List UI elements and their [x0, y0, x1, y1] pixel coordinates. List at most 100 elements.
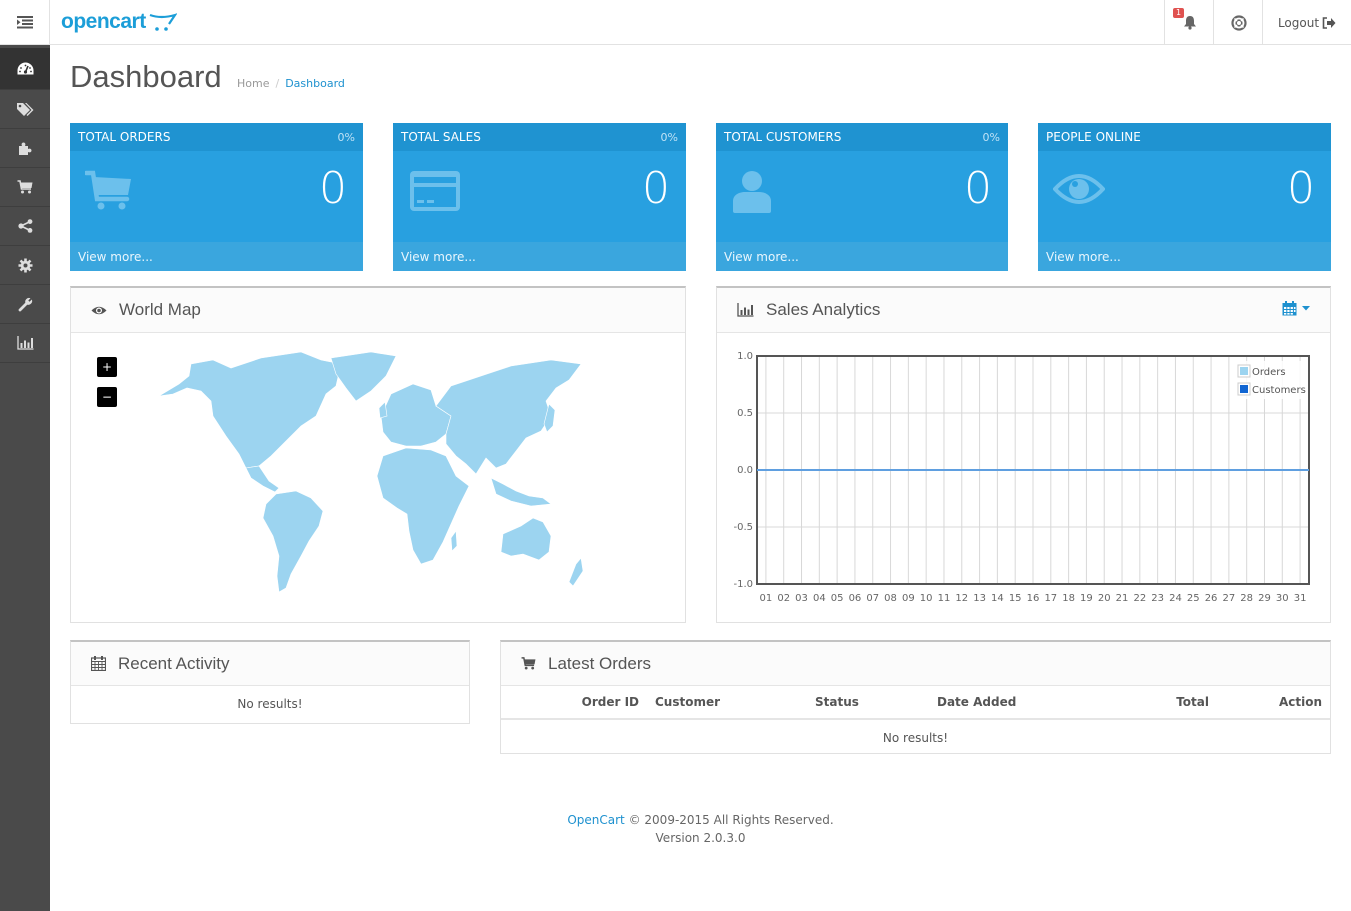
- x-tick-label: 28: [1240, 593, 1253, 604]
- footer-opencart-link[interactable]: OpenCart: [567, 813, 624, 827]
- sidebar-item-system[interactable]: [0, 246, 50, 285]
- sidebar-item-dashboard[interactable]: [0, 48, 50, 90]
- sidebar-item-reports[interactable]: [0, 324, 50, 363]
- logo-cart-icon: [149, 13, 177, 31]
- calendar-icon: [91, 656, 106, 671]
- tile-people-online: PEOPLE ONLINE 0 View more...: [1038, 123, 1331, 271]
- eye-icon: [91, 306, 107, 314]
- column-action[interactable]: Action: [1217, 686, 1330, 720]
- view-more-link[interactable]: View more...: [1038, 242, 1331, 271]
- tile-total-orders: TOTAL ORDERS 0% 0 View more...: [70, 123, 363, 271]
- map-region-madagascar: [450, 530, 458, 552]
- menu-toggle-button[interactable]: [0, 0, 50, 45]
- bar-chart-icon: [16, 336, 33, 350]
- x-tick-label: 17: [1044, 593, 1057, 604]
- share-icon: [17, 219, 32, 233]
- x-tick-label: 29: [1258, 593, 1271, 604]
- dashboard-icon: [17, 62, 33, 75]
- column-order-id[interactable]: Order ID: [501, 686, 647, 720]
- logo-text: opencart: [61, 10, 146, 33]
- recent-activity-panel: Recent Activity No results!: [70, 640, 470, 724]
- sidebar-item-sales[interactable]: [0, 168, 50, 207]
- y-tick-label: 1.0: [737, 351, 753, 362]
- caret-down-icon: [1302, 306, 1310, 311]
- footer: OpenCart © 2009-2015 All Rights Reserved…: [50, 811, 1351, 847]
- notifications-button[interactable]: 1: [1164, 0, 1214, 45]
- column-status[interactable]: Status: [807, 686, 917, 720]
- cart-icon: [17, 180, 33, 194]
- breadcrumb-dashboard[interactable]: Dashboard: [285, 77, 345, 90]
- eye-icon: [1053, 174, 1105, 204]
- breadcrumb-separator: /: [275, 77, 280, 90]
- world-map[interactable]: [151, 346, 611, 601]
- column-customer[interactable]: Customer: [647, 686, 807, 720]
- tile-value: 0: [642, 163, 670, 214]
- logout-label: Logout: [1277, 15, 1320, 30]
- x-tick-label: 31: [1294, 593, 1307, 604]
- sidebar-item-catalog[interactable]: [0, 90, 50, 129]
- help-button[interactable]: [1213, 0, 1263, 45]
- map-zoom-in-button[interactable]: +: [97, 357, 117, 377]
- map-region-australia: [500, 517, 552, 561]
- logout-link[interactable]: Logout: [1262, 0, 1351, 45]
- tile-percent: 0%: [337, 130, 355, 144]
- x-tick-label: 26: [1205, 593, 1218, 604]
- column-total[interactable]: Total: [1087, 686, 1217, 720]
- map-zoom-out-button[interactable]: −: [97, 387, 117, 407]
- sidebar-item-marketing[interactable]: [0, 207, 50, 246]
- cart-icon: [85, 170, 131, 210]
- y-tick-label: 0.5: [737, 408, 753, 419]
- map-region-south-america: [262, 490, 324, 593]
- puzzle-icon: [19, 142, 32, 155]
- x-tick-label: 23: [1151, 593, 1164, 604]
- map-region-uk: [378, 401, 388, 419]
- x-tick-label: 09: [902, 593, 915, 604]
- tile-title: TOTAL CUSTOMERS: [724, 130, 842, 144]
- date-range-dropdown[interactable]: [1282, 301, 1310, 316]
- user-icon: [733, 171, 771, 213]
- x-tick-label: 18: [1062, 593, 1075, 604]
- x-tick-label: 21: [1116, 593, 1129, 604]
- x-tick-label: 22: [1133, 593, 1146, 604]
- latest-orders-panel: Latest Orders Order ID Customer Status D…: [500, 640, 1331, 754]
- recent-activity-empty: No results!: [237, 697, 303, 711]
- map-region-north-america: [158, 351, 342, 469]
- x-tick-label: 12: [955, 593, 968, 604]
- tile-value: 0: [964, 163, 992, 214]
- notification-badge: 1: [1173, 8, 1185, 18]
- x-tick-label: 19: [1080, 593, 1093, 604]
- map-region-new-zealand: [568, 557, 584, 587]
- tags-icon: [17, 102, 34, 116]
- map-region-central-america: [245, 465, 280, 493]
- y-tick-label: 0.0: [737, 465, 753, 476]
- tile-percent: 0%: [982, 130, 1000, 144]
- tile-value: 0: [319, 163, 347, 214]
- view-more-link[interactable]: View more...: [716, 242, 1008, 271]
- x-tick-label: 13: [973, 593, 986, 604]
- map-region-asia: [435, 359, 582, 475]
- page-title: Dashboard: [70, 59, 222, 94]
- footer-copyright: © 2009-2015 All Rights Reserved.: [628, 813, 834, 827]
- breadcrumb-home[interactable]: Home: [237, 77, 269, 90]
- table-row: No results!: [501, 719, 1330, 756]
- calendar-icon: [1282, 301, 1297, 316]
- view-more-link[interactable]: View more...: [70, 242, 363, 271]
- sidebar-item-extensions[interactable]: [0, 129, 50, 168]
- sales-analytics-panel: Sales Analytics 01 02 03 04 05 06 07 08 09 10 11 12…: [716, 286, 1331, 623]
- column-date-added[interactable]: Date Added: [917, 686, 1087, 720]
- sign-out-icon: [1322, 16, 1336, 29]
- tile-title: TOTAL SALES: [401, 130, 481, 144]
- tile-title: TOTAL ORDERS: [78, 130, 171, 144]
- sidebar-item-tools[interactable]: [0, 285, 50, 324]
- view-more-link[interactable]: View more...: [393, 242, 686, 271]
- indent-icon: [16, 16, 33, 29]
- x-tick-label: 27: [1223, 593, 1236, 604]
- tile-total-sales: TOTAL SALES 0% 0 View more...: [393, 123, 686, 271]
- x-tick-label: 15: [1009, 593, 1022, 604]
- panel-title: Latest Orders: [548, 653, 651, 673]
- sidebar: [0, 45, 50, 911]
- x-tick-label: 20: [1098, 593, 1111, 604]
- opencart-logo[interactable]: opencart: [61, 8, 177, 36]
- legend-label-orders: Orders: [1252, 367, 1286, 378]
- latest-orders-table: Order ID Customer Status Date Added Tota…: [501, 686, 1330, 756]
